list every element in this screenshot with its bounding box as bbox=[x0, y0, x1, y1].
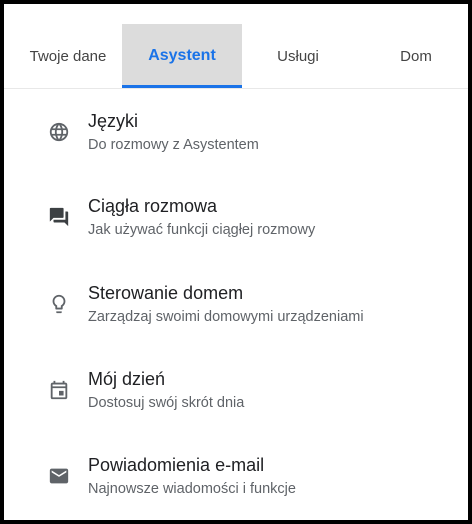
tab-label: Twoje dane bbox=[29, 47, 107, 65]
item-subtitle: Najnowsze wiadomości i funkcje bbox=[88, 481, 296, 497]
lightbulb-icon bbox=[48, 293, 70, 315]
tab-uslugi[interactable]: Usługi bbox=[242, 24, 354, 88]
email-icon bbox=[48, 465, 70, 487]
tab-dom[interactable]: Dom bbox=[366, 24, 466, 88]
chat-bubble-icon bbox=[48, 206, 70, 228]
globe-icon bbox=[48, 121, 70, 143]
tab-asystent[interactable]: Asystent bbox=[122, 24, 242, 88]
list-item-moj-dzien[interactable]: Mój dzień Dostosuj swój skrót dnia bbox=[4, 347, 468, 431]
tab-label: Dom bbox=[400, 47, 432, 65]
tab-twoje-dane[interactable]: Twoje dane bbox=[14, 24, 122, 88]
item-subtitle: Dostosuj swój skrót dnia bbox=[88, 395, 245, 411]
item-title: Ciągła rozmowa bbox=[88, 196, 218, 216]
item-subtitle: Do rozmowy z Asystentem bbox=[88, 137, 259, 153]
list-item-jezyki[interactable]: Języki Do rozmowy z Asystentem bbox=[4, 89, 468, 173]
list-item-powiadomienia-email[interactable]: Powiadomienia e-mail Najnowsze wiadomośc… bbox=[4, 433, 468, 517]
item-subtitle: Jak używać funkcji ciągłej rozmowy bbox=[88, 222, 316, 238]
item-title: Powiadomienia e-mail bbox=[88, 455, 265, 475]
calendar-icon bbox=[48, 379, 70, 401]
item-title: Mój dzień bbox=[88, 369, 166, 389]
active-tab-indicator bbox=[122, 85, 242, 88]
tab-bar: Twoje dane Asystent Usługi Dom bbox=[4, 4, 468, 89]
item-title: Sterowanie domem bbox=[88, 283, 244, 303]
tab-label: Asystent bbox=[148, 47, 216, 64]
list-item-sterowanie-domem[interactable]: Sterowanie domem Zarządzaj swoimi domowy… bbox=[4, 261, 468, 345]
settings-panel: Twoje dane Asystent Usługi Dom Języki Do… bbox=[0, 0, 472, 524]
list-item-ciagla-rozmowa[interactable]: Ciągła rozmowa Jak używać funkcji ciągłe… bbox=[4, 174, 468, 258]
item-subtitle: Zarządzaj swoimi domowymi urządzeniami bbox=[88, 309, 364, 325]
tab-label: Usługi bbox=[277, 47, 319, 65]
item-title: Języki bbox=[88, 111, 139, 131]
